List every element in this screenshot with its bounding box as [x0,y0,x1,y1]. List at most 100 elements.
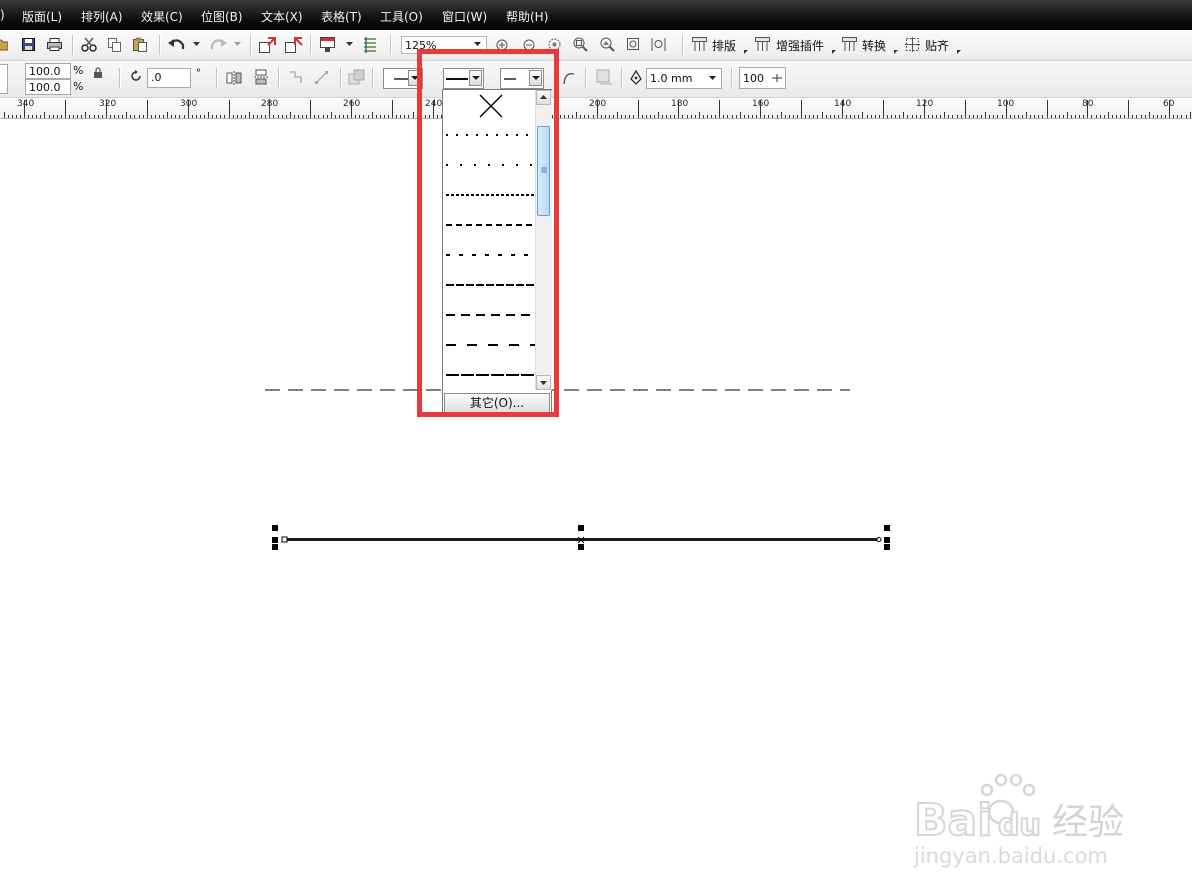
selection-handle[interactable] [272,537,278,543]
selection-handle[interactable] [884,525,890,531]
mirror-vertical-icon[interactable] [253,69,269,86]
menu-item-bitmaps[interactable]: 位图(B) [201,8,243,25]
open-folder-icon[interactable] [0,37,8,51]
zoom-actual-size-icon[interactable] [548,38,561,51]
scale-y-field[interactable]: 100.0 [25,79,71,95]
standard-toolbar: 125% 排版 增强插件 转换 贴齐 [0,30,1192,61]
ruler-tick [1145,115,1146,118]
menu-item-table[interactable]: 表格(T) [321,8,362,25]
scale-x-field[interactable]: 100.0 [25,63,71,79]
print-icon[interactable] [47,38,62,51]
mirror-horizontal-icon[interactable] [226,70,242,86]
plugins-icon[interactable] [755,37,770,52]
selection-handle[interactable] [272,544,278,550]
save-icon[interactable] [22,38,35,51]
import-icon[interactable] [259,37,277,53]
copy-icon[interactable] [108,38,122,52]
plugins-label[interactable]: 增强插件 [776,37,824,54]
menu-item-layout[interactable]: 版面(L) [22,8,62,25]
selection-handle[interactable] [884,537,890,543]
undo-icon[interactable] [168,37,186,52]
ruler-tick [907,115,908,118]
rotation-angle-field[interactable]: .0 [147,68,191,88]
scroll-up-button[interactable] [536,90,551,105]
line-style-solid-thick[interactable] [445,360,535,390]
line-style-selector[interactable] [443,68,484,89]
launcher-dropdown-icon[interactable] [346,42,353,47]
zoom-all-objects-icon[interactable] [600,37,615,52]
selection-handle[interactable] [884,544,890,550]
ruler-tick [969,115,970,118]
line-style-dash-dot-spaced[interactable] [445,240,535,270]
application-launcher-icon[interactable] [320,37,336,53]
ruler-tick [53,115,54,118]
start-arrowhead-selector[interactable] [383,68,423,89]
menu-item-window[interactable]: 窗口(W) [442,8,487,25]
ruler-tick [715,115,716,118]
zoom-in-icon[interactable] [496,39,508,51]
convert-label[interactable]: 转换 [862,37,886,54]
zoom-page-width-icon[interactable] [651,37,666,52]
cut-icon[interactable] [81,37,97,52]
line-style-long-dash[interactable] [445,270,535,300]
welcome-screen-icon[interactable] [362,36,378,53]
end-arrowhead-dropdown[interactable] [529,70,542,86]
ruler-tick [1014,115,1015,118]
arrange-label[interactable]: 排版 [712,37,736,54]
line-style-none[interactable] [445,92,535,122]
line-style-wide-dash[interactable] [445,330,535,360]
scroll-down-button[interactable] [536,375,551,390]
menu-item-text[interactable]: 文本(X) [261,8,303,25]
menu-item-help[interactable]: 帮助(H) [506,8,548,25]
scroll-thumb[interactable] [537,126,550,216]
menu-item-tools[interactable]: 工具(O) [380,8,423,25]
arrange-icon[interactable] [692,37,707,52]
selection-handle[interactable] [578,544,584,550]
position-field-partial[interactable] [0,64,8,94]
line-end-node[interactable] [876,537,882,542]
horizontal-ruler[interactable]: 340 320 300 280 260 240 200 180 160 140 … [0,98,1192,119]
undo-dropdown-icon[interactable] [193,42,200,47]
ruler-tick [842,100,843,118]
line-style-dotted-fine[interactable] [445,120,535,150]
selection-handle[interactable] [272,525,278,531]
snap-icon[interactable] [905,37,920,52]
end-arrowhead-selector[interactable] [500,68,544,89]
paste-icon[interactable] [133,37,148,52]
outline-width-dropdown-icon[interactable] [709,76,716,81]
snap-label[interactable]: 贴齐 [925,37,949,54]
zoom-to-page-icon[interactable] [626,37,641,52]
redo-icon[interactable] [209,37,227,52]
spin-updown-icon[interactable] [772,73,782,83]
menu-item-arrange[interactable]: 排列(A) [81,8,123,25]
line-style-dotted-dense[interactable] [445,180,535,210]
start-arrowhead-dropdown[interactable] [408,70,421,86]
export-icon[interactable] [285,37,303,53]
other-line-style-button[interactable]: 其它(O)... [444,393,550,413]
ruler-tick [196,115,197,118]
ruler-tick [707,115,708,118]
line-style-medium-dash[interactable] [445,300,535,330]
ruler-tick [822,112,823,118]
selection-handle[interactable] [578,525,584,531]
ruler-tick [817,115,818,118]
redo-dropdown-icon[interactable] [234,42,241,47]
line-start-node[interactable] [281,536,288,543]
line-style-dropdown[interactable] [469,70,482,86]
line-style-dotted-sparse[interactable] [445,150,535,180]
menu-item-effects[interactable]: 效果(C) [141,8,183,25]
convert-to-curve-icon[interactable] [563,71,575,85]
zoom-dropdown-icon[interactable] [474,42,481,47]
zoom-selected-icon[interactable] [573,37,588,52]
line-style-short-dash[interactable] [445,210,535,240]
zoom-out-icon[interactable] [523,39,535,51]
ruler-tick [179,115,180,118]
menu-item-partial[interactable]: ) [0,8,5,22]
ruler-tick [400,115,401,118]
line-style-scrollbar[interactable] [535,90,552,390]
convert-icon[interactable] [842,37,857,52]
lock-ratio-icon[interactable] [93,67,103,78]
ruler-tick [216,115,217,118]
selected-line-object[interactable] [272,525,890,550]
ruler-tick [188,100,189,118]
